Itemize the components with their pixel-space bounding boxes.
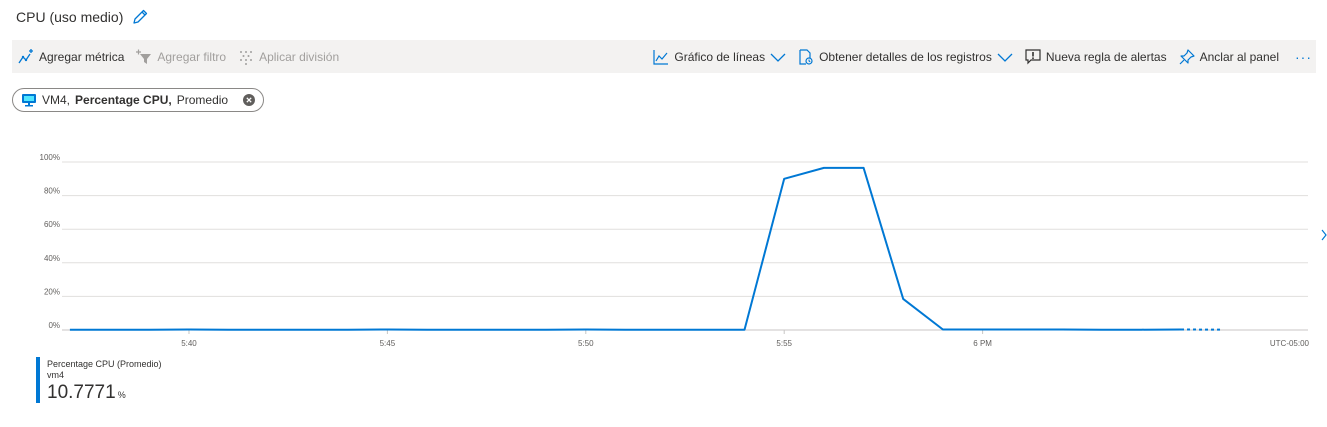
pencil-icon[interactable] (131, 8, 149, 26)
pin-to-dashboard-label: Anclar al panel (1199, 49, 1279, 64)
x-tick-label: 5:45 (380, 339, 396, 348)
line-chart-icon (653, 49, 669, 65)
y-tick-label: 20% (44, 287, 60, 296)
chart-title: CPU (uso medio) (16, 9, 124, 25)
add-filter-button[interactable]: Agregar filtro (130, 40, 232, 73)
virtual-machine-icon (21, 92, 37, 108)
x-tick-label: 6 PM (973, 339, 992, 348)
get-logs-label: Obtener detalles de los registros (819, 49, 992, 64)
new-alert-rule-button[interactable]: Nueva regla de alertas (1019, 40, 1173, 73)
pill-aggregation: Promedio (176, 93, 229, 107)
line-chart-dropdown[interactable]: Gráfico de líneas (647, 40, 792, 73)
timezone-label: UTC-05:00 (1270, 339, 1310, 348)
pill-resource: VM4, (42, 93, 71, 107)
alert-icon (1025, 48, 1041, 65)
x-tick-label: 5:40 (181, 339, 197, 348)
pin-to-dashboard-button[interactable]: Anclar al panel (1173, 40, 1285, 73)
pin-icon (1179, 48, 1195, 65)
legend-resource: vm4 (47, 370, 65, 380)
line-chart: 100% 80% 60% 40% 20% 0% 5:40 5:45 5:50 5:55 6 PM UT… (0, 140, 1327, 360)
apply-split-label: Aplicar división (259, 49, 340, 64)
filter-icon (136, 49, 152, 65)
get-logs-dropdown[interactable]: Obtener detalles de los registros (792, 40, 1019, 73)
split-icon (238, 49, 254, 65)
y-tick-label: 80% (44, 187, 60, 196)
x-tick-label: 5:50 (578, 339, 594, 348)
y-tick-label: 40% (44, 254, 60, 263)
series-line (69, 166, 1182, 331)
line-chart-svg: 100% 80% 60% 40% 20% 0% 5:40 5:45 5:50 5:55 6 PM UT… (40, 153, 1310, 348)
chevron-right-icon[interactable] (1321, 228, 1327, 244)
add-filter-label: Agregar filtro (157, 49, 227, 64)
chevron-down-icon (770, 52, 786, 62)
remove-metric-icon[interactable] (243, 94, 256, 106)
add-metric-button[interactable]: Agregar métrica (12, 40, 130, 73)
chevron-down-icon (997, 52, 1013, 62)
legend-unit: % (117, 390, 126, 400)
legend-value-number: 10.7771 (47, 382, 116, 403)
legend-series-name: Percentage CPU (Promedio) (47, 359, 162, 369)
metrics-toolbar: Agregar métrica Agregar filtro Aplicar d… (12, 40, 1316, 73)
chart-title-row: CPU (uso medio) (16, 6, 149, 28)
pill-metric: Percentage CPU, (75, 93, 172, 107)
y-tick-label: 100% (40, 153, 60, 162)
add-metric-label: Agregar métrica (39, 49, 125, 64)
more-options-button[interactable]: ··· (1285, 40, 1316, 73)
log-document-icon (798, 48, 814, 65)
apply-split-button[interactable]: Aplicar división (232, 40, 345, 73)
x-tick-label: 5:55 (776, 339, 792, 348)
metric-pill[interactable]: VM4, Percentage CPU, Promedio (12, 88, 265, 112)
add-metric-icon (18, 48, 34, 65)
new-alert-rule-label: Nueva regla de alertas (1045, 49, 1167, 64)
y-tick-label: 0% (48, 321, 60, 330)
line-chart-label: Gráfico de líneas (674, 49, 766, 64)
y-tick-label: 60% (44, 220, 60, 229)
legend-value: 10.7771% (47, 382, 126, 404)
legend-color-bar (36, 357, 40, 403)
